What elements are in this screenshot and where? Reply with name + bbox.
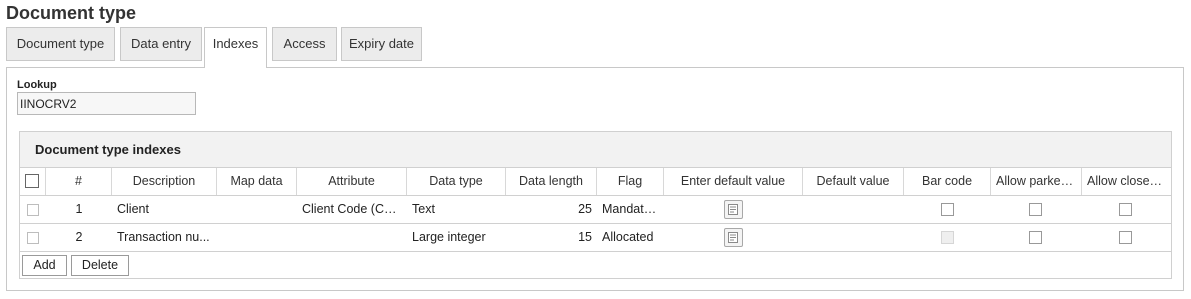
row-default-value (803, 196, 904, 223)
row-attribute: Client Code (CLI... (302, 202, 405, 216)
row-default-value (803, 224, 904, 251)
table-row[interactable]: 1 Client Client Code (CLI... Text 25 Man… (20, 196, 1171, 224)
lookup-input[interactable] (17, 92, 196, 115)
header-attribute[interactable]: Attribute (297, 168, 407, 195)
row-flag: Mandato... (602, 202, 662, 216)
edit-note-icon (728, 232, 738, 243)
page-title: Document type (6, 3, 137, 23)
row-data-length: 15 (578, 230, 592, 244)
row-description: Transaction nu... (117, 230, 210, 244)
header-data-length[interactable]: Data length (506, 168, 597, 195)
row-select-checkbox[interactable] (27, 232, 39, 244)
allow-closed-checkbox[interactable] (1119, 231, 1132, 244)
bar-code-checkbox[interactable] (941, 203, 954, 216)
tab-expiry-date[interactable]: Expiry date (341, 27, 422, 61)
header-enter-default-value[interactable]: Enter default value (664, 168, 803, 195)
document-type-indexes-grid: Document type indexes # Description Map … (19, 131, 1172, 279)
row-number: 1 (75, 202, 83, 216)
header-flag[interactable]: Flag (597, 168, 664, 195)
header-default-value[interactable]: Default value (803, 168, 904, 195)
edit-note-icon (728, 204, 738, 215)
row-data-length: 25 (578, 202, 592, 216)
header-select-all-cell (20, 168, 46, 195)
tab-document-type[interactable]: Document type (6, 27, 115, 61)
row-flag: Allocated (602, 230, 654, 244)
add-button[interactable]: Add (22, 255, 67, 276)
tab-access[interactable]: Access (272, 27, 337, 61)
row-select-checkbox[interactable] (27, 204, 39, 216)
delete-button[interactable]: Delete (71, 255, 129, 276)
grid-title-bar: Document type indexes (20, 132, 1171, 168)
grid-header-row: # Description Map data Attribute Data ty… (20, 168, 1171, 196)
enter-default-value-button[interactable] (724, 200, 743, 219)
row-map-data (217, 196, 297, 223)
grid-title: Document type indexes (35, 142, 181, 157)
header-allow-closed[interactable]: Allow closed ... (1082, 168, 1171, 195)
allow-closed-checkbox[interactable] (1119, 203, 1132, 216)
bar-code-checkbox-disabled (941, 231, 954, 244)
table-row[interactable]: 2 Transaction nu... Large integer 15 All… (20, 224, 1171, 252)
header-bar-code[interactable]: Bar code (904, 168, 991, 195)
header-description[interactable]: Description (112, 168, 217, 195)
header-number[interactable]: # (46, 168, 112, 195)
header-allow-parked[interactable]: Allow parked ... (991, 168, 1082, 195)
row-data-type: Text (412, 202, 435, 216)
lookup-label: Lookup (17, 79, 57, 91)
row-data-type: Large integer (412, 230, 486, 244)
row-number: 2 (75, 230, 83, 244)
row-attribute (297, 224, 407, 251)
allow-parked-checkbox[interactable] (1029, 203, 1042, 216)
row-map-data (217, 224, 297, 251)
tab-data-entry[interactable]: Data entry (120, 27, 202, 61)
enter-default-value-button[interactable] (724, 228, 743, 247)
tab-indexes[interactable]: Indexes (204, 27, 267, 68)
row-description: Client (117, 202, 149, 216)
select-all-checkbox[interactable] (25, 174, 39, 188)
tab-panel-indexes: Lookup Document type indexes # Descripti… (6, 67, 1184, 291)
header-map-data[interactable]: Map data (217, 168, 297, 195)
header-data-type[interactable]: Data type (407, 168, 506, 195)
allow-parked-checkbox[interactable] (1029, 231, 1042, 244)
